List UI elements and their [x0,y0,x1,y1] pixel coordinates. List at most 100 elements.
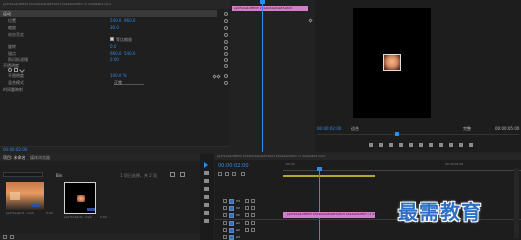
blend-mode-dropdown[interactable]: 正常 [114,80,144,85]
timeline-vertical-scrollbar[interactable] [514,168,519,238]
mark-out-icon[interactable] [379,143,383,147]
track-target-toggle[interactable] [229,228,234,233]
mark-in-icon[interactable] [369,143,373,147]
go-to-out-icon[interactable] [419,143,423,147]
lock-icon[interactable] [223,235,227,239]
track-header-v1[interactable]: V1 [215,212,281,219]
timeline-clip[interactable]: ppt7b4a4c8f833 23a1b64a6da87e823 b0a4ab6… [283,212,395,218]
reset-icon[interactable] [224,58,228,62]
selection-tool-icon[interactable] [204,162,208,168]
reset-icon[interactable] [224,81,228,85]
sync-lock-icon[interactable] [245,206,249,210]
property-row[interactable]: 旋转 0.0 [0,43,230,50]
timeline-settings-icon[interactable] [241,172,245,176]
step-back-icon[interactable] [389,143,393,147]
scale-value[interactable]: 36.0 [110,26,119,30]
ec-clip-bar[interactable]: ppt7b4a4c8f833 23a1b64a6da87e823 [232,6,308,11]
hand-tool-icon[interactable] [204,211,209,215]
reset-icon[interactable] [224,74,228,78]
eye-icon[interactable] [251,199,255,203]
ripple-edit-tool-icon[interactable] [204,179,209,183]
reset-icon[interactable] [224,64,228,68]
track-target-toggle[interactable] [229,235,234,240]
solo-icon[interactable] [251,228,255,232]
quality-dropdown[interactable]: 完整 [463,126,481,131]
mute-icon[interactable] [245,221,249,225]
reset-icon[interactable] [224,26,228,30]
lock-icon[interactable] [223,228,227,232]
track-target-toggle[interactable] [229,199,234,204]
eye-icon[interactable] [251,213,255,217]
keyframe-icon[interactable] [308,18,313,23]
razor-tool-icon[interactable] [204,187,209,191]
track-header-a2[interactable]: A2 [215,227,281,234]
program-timecode[interactable]: 00:00:02:00 [317,127,341,131]
project-item-selected[interactable] [64,182,96,214]
icon-view-icon[interactable] [10,235,14,239]
scaled-clip-image[interactable] [383,54,401,71]
timeline-playhead-handle[interactable] [317,167,322,171]
track-target-toggle[interactable] [229,213,234,218]
pen-tool-icon[interactable] [204,203,209,207]
sync-lock-icon[interactable] [245,199,249,203]
property-row[interactable]: 混合模式 正常 [0,79,230,86]
opacity-value[interactable]: 100.0 % [110,74,127,78]
lock-icon[interactable] [223,206,227,210]
program-scrubber[interactable] [317,134,519,135]
tab-media-browser[interactable]: 媒体浏览器 [30,156,50,160]
timeline-tab[interactable]: ppt7b4a4c8f833 23a1b64a6da87e823 b0a4ab6… [215,154,521,160]
ec-playhead-handle[interactable] [260,0,265,4]
play-icon[interactable] [399,143,403,147]
track-header-v2[interactable]: V2 [215,205,281,212]
property-row[interactable]: 时间重映射 [0,86,230,93]
linked-selection-icon[interactable] [225,172,229,176]
eye-icon[interactable] [251,206,255,210]
settings-icon[interactable] [459,143,463,147]
solo-icon[interactable] [251,221,255,225]
new-item-icon[interactable] [180,172,185,177]
mute-icon[interactable] [245,228,249,232]
lock-icon[interactable] [223,199,227,203]
reset-icon[interactable] [224,12,228,16]
reset-icon[interactable] [224,46,228,50]
search-input[interactable] [3,172,43,177]
snap-icon[interactable] [218,172,222,176]
uniform-scale-checkbox[interactable] [110,37,114,41]
effect-controls-timecode[interactable]: 00:00:02:00 [3,148,27,152]
slip-tool-icon[interactable] [204,195,209,199]
property-row[interactable]: 缩放 36.0 [0,24,230,31]
new-bin-icon[interactable] [170,172,175,177]
program-video-frame[interactable] [353,8,431,118]
add-marker-icon[interactable] [232,172,236,176]
property-row[interactable]: 位置 540.0 960.0 [0,17,230,24]
project-item[interactable] [6,182,44,210]
track-header-a1[interactable]: A1 [215,220,281,227]
track-header-a3[interactable]: A3 [215,234,281,240]
position-x-value[interactable]: 540.0 [110,19,121,23]
timeline-timecode[interactable]: 00:00:02:00 [218,164,249,169]
position-y-value[interactable]: 960.0 [124,19,135,23]
work-area-bar[interactable] [283,175,375,177]
property-row[interactable]: 不透明度 100.0 % [0,72,230,79]
ec-playhead[interactable] [262,0,263,152]
reset-icon[interactable] [224,40,228,44]
timeline-playhead[interactable] [319,168,320,240]
step-forward-icon[interactable] [409,143,413,147]
add-button-icon[interactable] [469,143,473,147]
property-row[interactable]: 等比缩放 [0,36,230,43]
rotation-value[interactable]: 0.0 [110,45,116,49]
lift-icon[interactable] [429,143,433,147]
track-target-toggle[interactable] [229,221,234,226]
extract-icon[interactable] [439,143,443,147]
reset-icon[interactable] [224,33,228,37]
track-target-toggle[interactable] [229,206,234,211]
program-playhead[interactable] [395,132,399,136]
export-frame-icon[interactable] [449,143,453,147]
list-view-icon[interactable] [3,235,7,239]
track-header-v3[interactable]: V3 [215,198,281,205]
type-tool-icon[interactable] [204,219,209,223]
lock-icon[interactable] [223,221,227,225]
reset-icon[interactable] [224,19,228,23]
lock-icon[interactable] [223,213,227,217]
sync-lock-icon[interactable] [245,213,249,217]
